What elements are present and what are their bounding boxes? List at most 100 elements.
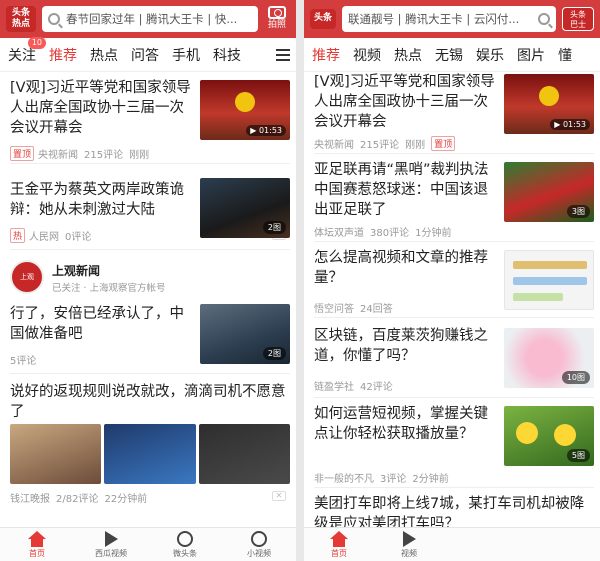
camera-button[interactable]: 拍照 [264,6,290,32]
short-video-icon [250,531,268,547]
divider [296,0,304,561]
image-count: 5图 [566,449,590,462]
dismiss-icon[interactable]: ✕ [272,491,286,501]
tab-hot[interactable]: 热点 [394,45,422,65]
tab-recommend[interactable]: 推荐 [49,45,77,65]
channel-tabs: 推荐 视频 热点 无锡 娱乐 图片 懂 [304,38,600,72]
news-item[interactable]: [V观]习近平等党和国家领导人出席全国政协十三届一次会议开幕会 置顶 央视新闻 … [10,78,290,164]
news-meta: 非一般的不凡 3评论 2分钟前 [314,470,449,485]
news-item[interactable]: [V观]习近平等党和国家领导人出席全国政协十三届一次会议开幕会 央视新闻 215… [314,72,594,154]
nav-xigua-video[interactable]: 西瓜视频 [74,528,148,561]
news-comments: 380评论 [370,228,410,239]
tab-more[interactable]: 懂 [558,45,572,65]
video-thumbnail[interactable]: ▶ 01:53 [200,80,290,140]
nav-short-video[interactable]: 小视频 [222,528,296,561]
search-hint: 联通靓号 | 腾讯大王卡 | 云闪付... [348,12,520,26]
tab-hot[interactable]: 热点 [90,45,118,65]
news-meta: 链盈学社 42评论 [314,378,393,393]
news-time: 刚刚 [405,140,426,151]
emblem-icon [539,86,559,106]
source-card[interactable]: 上观 上观新闻 已关注 · 上海观察官方帐号 [10,258,290,304]
nav-video[interactable]: 视频 [374,528,444,561]
nav-label: 首页 [29,549,45,558]
news-title: 区块链，百度莱茨狗赚钱之道，你懂了吗？ [314,328,488,364]
news-item[interactable]: 怎么提高视频和文章的推荐量？ 悟空问答 24回答 [314,248,594,318]
tab-tech[interactable]: 科技 [213,45,241,65]
video-duration: ▶ 01:53 [246,125,286,136]
tab-wuxi[interactable]: 无锡 [435,45,463,65]
tab-recommend[interactable]: 推荐 [312,45,340,65]
news-thumbnail[interactable]: 3图 [504,162,594,222]
news-time: 22分钟前 [104,494,148,505]
news-item[interactable]: 如何运营短视频，掌握关键点让你轻松获取播放量？ 非一般的不凡 3评论 2分钟前 … [314,404,594,488]
news-image [10,424,102,484]
news-title: [V观]习近平等党和国家领导人出席全国政协十三届一次会议开幕会 [10,80,191,136]
video-duration: ▶ 01:53 [550,119,590,130]
nav-home[interactable]: 首页 [304,528,374,561]
news-item[interactable]: 亚足联再请“黑哨”裁判执法中国赛惹怒球迷：中国该退出亚足联了 体坛双声道 380… [314,160,594,242]
emoji-graphic [516,422,538,444]
search-hint: 春节回家过年 | 腾讯大王卡 | 快... [66,12,238,26]
tab-qa[interactable]: 问答 [131,45,159,65]
nav-label: 视频 [401,549,417,558]
tab-label: 关注 [8,47,36,64]
right-phone-screen: 头条 联通靓号 | 腾讯大王卡 | 云闪付... 头条 巴士 推荐 视频 热点 … [304,0,600,561]
tab-phone[interactable]: 手机 [172,45,200,65]
micro-headline-icon [176,531,194,547]
channel-menu-icon[interactable] [276,49,290,61]
search-icon [538,13,550,25]
news-title: 说好的返现规则说改就改，滴滴司机不愿意了 [10,384,286,420]
top-bar: 头条 联通靓号 | 腾讯大王卡 | 云闪付... 头条 巴士 [304,0,600,38]
news-title: 怎么提高视频和文章的推荐量？ [314,250,488,286]
news-source: 央视新闻 [38,150,79,161]
news-image-row[interactable] [10,424,290,484]
news-item[interactable]: 区块链，百度莱茨狗赚钱之道，你懂了吗？ 链盈学社 42评论 10图 [314,326,594,398]
pin-tag: 置顶 [10,146,35,161]
source-avatar[interactable]: 上观 [10,260,44,294]
news-thumbnail[interactable] [504,250,594,310]
news-comments: 215评论 [84,150,124,161]
news-item[interactable]: 行了，安倍已经承认了，中国做准备吧 5评论 ✕ 2图 [10,304,290,374]
tab-follow[interactable]: 关注 10 [8,36,46,65]
left-phone-screen: 头条 热点 春节回家过年 | 腾讯大王卡 | 快... 拍照 关注 10 推荐 热… [0,0,296,561]
video-thumbnail[interactable]: ▶ 01:53 [504,74,594,134]
nav-home[interactable]: 首页 [0,528,74,561]
bottom-nav: 首页 西瓜视频 微头条 小视频 [0,527,296,561]
app-logo[interactable]: 头条 [310,9,336,29]
placeholder-graphic [513,293,563,301]
news-thumbnail[interactable]: 10图 [504,328,594,388]
news-time: 刚刚 [129,150,150,161]
search-box[interactable]: 联通靓号 | 腾讯大王卡 | 云闪付... [342,6,556,32]
news-comments: 24回答 [360,304,393,315]
news-meta: 钱江晚报 2/82评论 22分钟前 [10,490,147,505]
news-meta: 体坛双声道 380评论 1分钟前 [314,224,451,239]
nav-micro-headline[interactable]: 微头条 [148,528,222,561]
news-thumbnail[interactable]: 5图 [504,406,594,466]
top-bar: 头条 热点 春节回家过年 | 腾讯大王卡 | 快... 拍照 [0,0,296,38]
news-item[interactable]: 王金平为蔡英文两岸政策诡辩：她从未刺激过大陆 热 人民网 0评论 ✕ 2图 [10,172,290,250]
brand-badge[interactable]: 头条 巴士 [562,7,594,31]
news-title: 美团打车即将上线7城，某打车司机却被降级是应对美团打车吗？ [314,496,585,528]
search-box[interactable]: 春节回家过年 | 腾讯大王卡 | 快... [42,6,258,32]
bottom-nav: 首页 视频 [304,527,600,561]
image-count: 2图 [262,221,286,234]
follow-badge: 10 [27,36,46,49]
news-image [198,424,290,484]
news-source: 央视新闻 [314,140,354,151]
app-logo[interactable]: 头条 热点 [6,6,36,32]
tab-images[interactable]: 图片 [517,45,545,65]
news-item[interactable]: 美团打车即将上线7城，某打车司机却被降级是应对美团打车吗？ [314,494,594,528]
news-title: 行了，安倍已经承认了，中国做准备吧 [10,306,184,342]
news-comments: 2/82评论 [56,494,99,505]
channel-tabs: 关注 10 推荐 热点 问答 手机 科技 [0,36,296,72]
nav-label: 西瓜视频 [95,549,127,558]
tab-video[interactable]: 视频 [353,45,381,65]
news-thumbnail[interactable]: 2图 [200,304,290,364]
news-source: 非一般的不凡 [314,474,374,485]
emoji-graphic [554,424,576,446]
placeholder-graphic [513,261,587,269]
tab-entertainment[interactable]: 娱乐 [476,45,504,65]
news-meta: 热 人民网 0评论 [10,228,91,243]
hot-tag: 热 [10,228,26,243]
news-thumbnail[interactable]: 2图 [200,178,290,238]
